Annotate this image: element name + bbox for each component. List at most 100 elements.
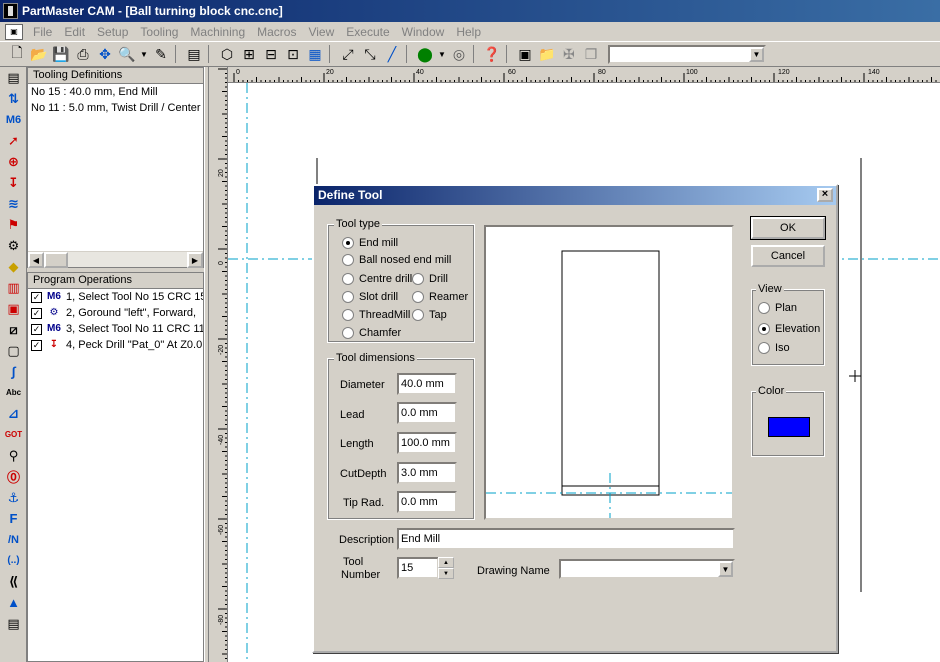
- measure-icon[interactable]: ⤢: [337, 43, 359, 65]
- anchor-icon[interactable]: ⚓: [0, 487, 27, 508]
- transform-icon[interactable]: ✠: [558, 43, 580, 65]
- tool-number-field[interactable]: 15: [397, 557, 439, 579]
- flag-icon[interactable]: ⚑: [0, 214, 27, 235]
- radio-end-mill[interactable]: End mill: [342, 237, 398, 249]
- new-file-icon[interactable]: 🗋: [6, 43, 28, 65]
- checkbox-checked-icon[interactable]: ✓: [31, 339, 42, 351]
- radio-plan[interactable]: Plan: [758, 302, 797, 314]
- radio-slot-drill[interactable]: Slot drill: [342, 291, 398, 303]
- stop-icon[interactable]: ◎: [448, 43, 470, 65]
- chevron-down-icon[interactable]: ▼: [749, 46, 764, 62]
- menu-execute[interactable]: Execute: [340, 25, 395, 39]
- dialog-titlebar[interactable]: Define Tool ×: [314, 186, 836, 205]
- drawing-name-select[interactable]: ▼: [559, 559, 735, 579]
- line-icon[interactable]: ╱: [381, 43, 403, 65]
- triangle-icon[interactable]: ▲: [0, 592, 27, 613]
- operation-item[interactable]: ✓ ↧ 4, Peck Drill "Pat_0" At Z0.0: [28, 337, 203, 353]
- toolbar-combo[interactable]: ▼: [608, 44, 766, 64]
- zoom-icon[interactable]: 🔍: [116, 43, 138, 65]
- comment-icon[interactable]: (..): [0, 550, 27, 571]
- radio-ball-nosed-end-mill[interactable]: Ball nosed end mill: [342, 254, 451, 266]
- chevron-up-icon[interactable]: ▲: [438, 557, 454, 568]
- radio-threadmill[interactable]: ThreadMill: [342, 309, 410, 321]
- axis-icon[interactable]: ⇅: [0, 88, 27, 109]
- shape-icon[interactable]: ⟪: [0, 571, 27, 592]
- menu-file[interactable]: File: [27, 25, 58, 39]
- spring-icon[interactable]: ≋: [0, 193, 27, 214]
- menu-macros[interactable]: Macros: [251, 25, 302, 39]
- view-3d-icon[interactable]: ⊞: [238, 43, 260, 65]
- menu-help[interactable]: Help: [450, 25, 487, 39]
- measure-2-icon[interactable]: ⤡: [359, 43, 381, 65]
- ok-button[interactable]: OK: [750, 216, 826, 240]
- tool-number-stepper[interactable]: ▲ ▼: [438, 557, 454, 579]
- tip-radius-field[interactable]: 0.0 mm: [397, 491, 457, 513]
- radio-drill[interactable]: Drill: [412, 273, 448, 285]
- diameter-field[interactable]: 40.0 mm: [397, 373, 457, 395]
- radio-elevation[interactable]: Elevation: [758, 323, 820, 335]
- stop-icon[interactable]: ⓪: [0, 466, 27, 487]
- print-icon[interactable]: ⎙: [72, 43, 94, 65]
- color-swatch[interactable]: [768, 417, 810, 437]
- checkbox-checked-icon[interactable]: ✓: [31, 291, 42, 303]
- drill-icon[interactable]: ↧: [0, 172, 27, 193]
- operation-item[interactable]: ✓ M6 1, Select Tool No 15 CRC 15: [28, 289, 203, 305]
- folder-open-icon[interactable]: 📁: [536, 43, 558, 65]
- radio-chamfer[interactable]: Chamfer: [342, 327, 401, 339]
- list-icon[interactable]: ▤: [0, 613, 27, 634]
- view-2d-icon[interactable]: ⊟: [260, 43, 282, 65]
- operation-item[interactable]: ✓ ⚙ 2, Goround "left", Forward,: [28, 305, 203, 321]
- ruler-icon[interactable]: ⧄: [0, 319, 27, 340]
- window-titlebar[interactable]: PartMaster CAM - [Ball turning block cnc…: [0, 0, 940, 22]
- dropdown-arrow-icon[interactable]: ▼: [138, 43, 150, 65]
- horizontal-scrollbar[interactable]: ◀ ▶: [28, 251, 203, 268]
- scroll-right-icon[interactable]: ▶: [187, 252, 203, 268]
- scroll-left-icon[interactable]: ◀: [28, 252, 44, 268]
- pencil-icon[interactable]: ✎: [150, 43, 172, 65]
- radio-reamer[interactable]: Reamer: [412, 291, 468, 303]
- run-icon[interactable]: ⬤: [414, 43, 436, 65]
- dropdown-arrow-icon[interactable]: ▼: [436, 43, 448, 65]
- description-field[interactable]: End Mill: [397, 528, 735, 550]
- curve-icon[interactable]: ∫: [0, 361, 27, 382]
- layers-icon[interactable]: ▣: [514, 43, 536, 65]
- copy-icon[interactable]: ❐: [580, 43, 602, 65]
- cancel-button[interactable]: Cancel: [751, 245, 825, 267]
- radio-tap[interactable]: Tap: [412, 309, 447, 321]
- camera-icon[interactable]: ▣: [0, 298, 27, 319]
- pan-icon[interactable]: ✥: [94, 43, 116, 65]
- tool-list-item[interactable]: No 11 : 5.0 mm, Twist Drill / Center D: [28, 100, 203, 116]
- scrollbar-thumb[interactable]: [44, 252, 68, 268]
- checkbox-checked-icon[interactable]: ✓: [31, 307, 42, 319]
- chevron-down-icon[interactable]: ▼: [718, 561, 733, 577]
- menu-setup[interactable]: Setup: [91, 25, 134, 39]
- block-number-icon[interactable]: /N: [0, 529, 27, 550]
- cutdepth-field[interactable]: 3.0 mm: [397, 462, 457, 484]
- cube-icon[interactable]: ⬡: [216, 43, 238, 65]
- menu-edit[interactable]: Edit: [58, 25, 91, 39]
- view-side-icon[interactable]: ⊡: [282, 43, 304, 65]
- menu-tooling[interactable]: Tooling: [134, 25, 184, 39]
- arrow-icon[interactable]: ➚: [0, 130, 27, 151]
- calculator-icon[interactable]: ▤: [183, 43, 205, 65]
- operation-item[interactable]: ✓ M6 3, Select Tool No 11 CRC 11: [28, 321, 203, 337]
- frame-icon[interactable]: ▢: [0, 340, 27, 361]
- machine-icon[interactable]: ⚙: [0, 235, 27, 256]
- tool-list-item[interactable]: No 15 : 40.0 mm, End Mill: [28, 84, 203, 100]
- document-icon[interactable]: ▤: [0, 67, 27, 88]
- lead-field[interactable]: 0.0 mm: [397, 402, 457, 424]
- m6-icon[interactable]: M6: [0, 109, 27, 130]
- film-icon[interactable]: ▥: [0, 277, 27, 298]
- help-icon[interactable]: ❓: [481, 43, 503, 65]
- open-folder-icon[interactable]: 📂: [28, 43, 50, 65]
- abc-icon[interactable]: Abc: [0, 382, 27, 403]
- length-field[interactable]: 100.0 mm: [397, 432, 457, 454]
- radio-iso[interactable]: Iso: [758, 342, 790, 354]
- grid-icon[interactable]: ▦: [304, 43, 326, 65]
- save-icon[interactable]: 💾: [50, 43, 72, 65]
- chevron-down-icon[interactable]: ▼: [438, 568, 454, 579]
- checkbox-checked-icon[interactable]: ✓: [31, 323, 42, 335]
- diamond-icon[interactable]: ◆: [0, 256, 27, 277]
- menu-machining[interactable]: Machining: [184, 25, 251, 39]
- tap-icon[interactable]: ⚲: [0, 445, 27, 466]
